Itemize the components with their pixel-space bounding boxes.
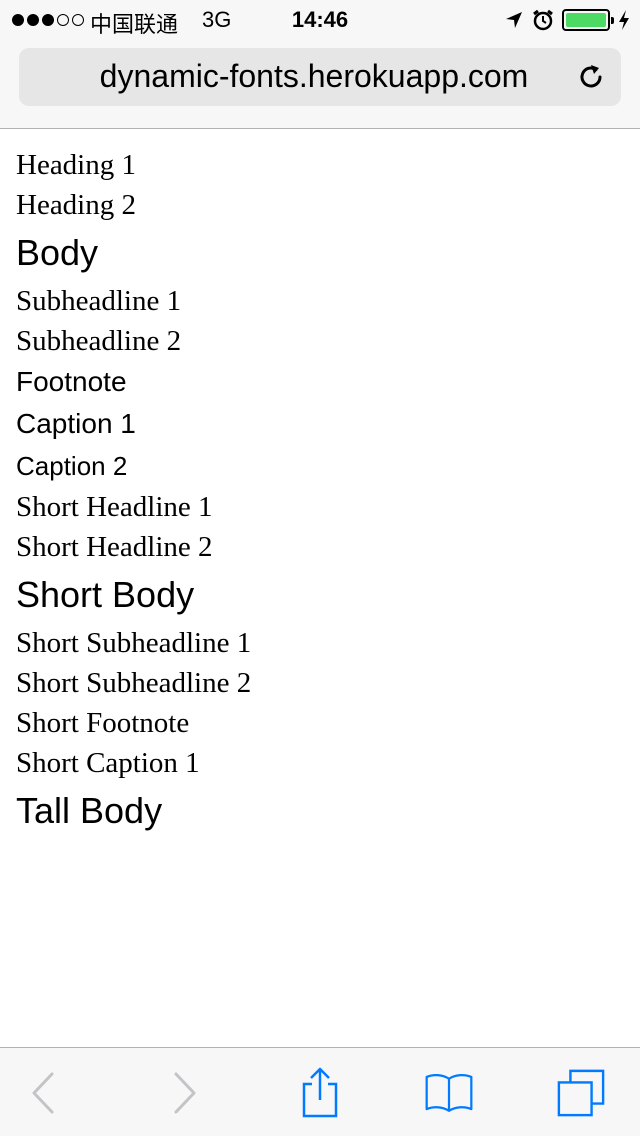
location-arrow-icon [506, 12, 522, 28]
browser-header: dynamic-fonts.herokuapp.com [0, 40, 640, 129]
forward-icon [174, 1072, 196, 1114]
text-short-subheadline-2: Short Subheadline 2 [16, 667, 252, 699]
share-button[interactable] [295, 1067, 345, 1118]
text-short-headline-2: Short Headline 2 [16, 531, 213, 563]
text-heading-2: Heading 2 [16, 189, 136, 221]
url-text[interactable]: dynamic-fonts.herokuapp.com [19, 58, 549, 95]
text-caption-2: Caption 2 [16, 451, 128, 481]
text-short-footnote: Short Footnote [16, 707, 190, 739]
text-heading-1: Heading 1 [16, 149, 136, 181]
share-icon [302, 1067, 338, 1118]
text-caption-1: Caption 1 [16, 408, 136, 439]
forward-button[interactable] [160, 1068, 210, 1118]
text-footnote: Footnote [16, 366, 127, 397]
reload-icon[interactable] [575, 61, 607, 93]
text-short-headline-1: Short Headline 1 [16, 491, 213, 523]
alarm-clock-icon [533, 9, 553, 31]
text-short-caption-1: Short Caption 1 [16, 747, 200, 779]
status-bar: 中国联通 3G 14:46 [0, 0, 640, 40]
bookmarks-button[interactable] [424, 1068, 474, 1118]
text-short-body: Short Body [16, 574, 195, 615]
back-button[interactable] [18, 1068, 68, 1118]
page-content: Heading 1 Heading 2 Body Subheadline 1 S… [16, 145, 624, 839]
text-body: Body [16, 232, 99, 273]
bookmarks-icon [425, 1074, 473, 1112]
tabs-button[interactable] [556, 1068, 606, 1118]
battery-icon [562, 9, 614, 31]
text-short-subheadline-1: Short Subheadline 1 [16, 627, 252, 659]
back-icon [32, 1072, 54, 1114]
tabs-icon [557, 1069, 605, 1117]
address-bar[interactable]: dynamic-fonts.herokuapp.com [19, 48, 621, 106]
text-subheadline-1: Subheadline 1 [16, 285, 182, 317]
text-subheadline-2: Subheadline 2 [16, 325, 182, 357]
status-right [504, 8, 630, 32]
bottom-toolbar [0, 1047, 640, 1136]
charging-bolt-icon [619, 10, 629, 30]
text-tall-body: Tall Body [16, 790, 163, 831]
